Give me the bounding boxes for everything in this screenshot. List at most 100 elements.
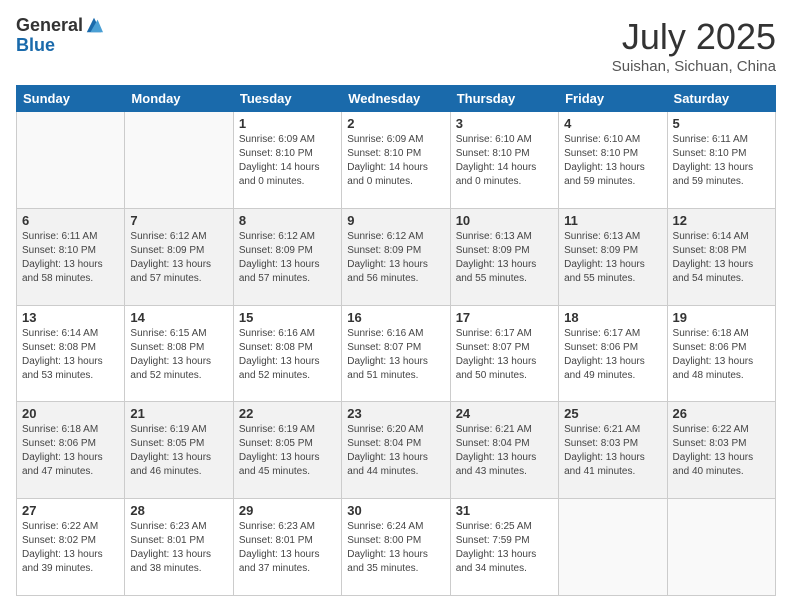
day-number: 4 (564, 116, 661, 131)
calendar-cell: 13Sunrise: 6:14 AM Sunset: 8:08 PM Dayli… (17, 305, 125, 402)
calendar-cell (125, 112, 233, 209)
calendar-cell: 17 Sunrise: 6:17 AM Sunset: 8:07 PM Dayli… (450, 305, 558, 402)
calendar-cell: 15 Sunrise: 6:16 AM Sunset: 8:08 PM Dayli… (233, 305, 341, 402)
day-number: 17 (456, 310, 553, 325)
calendar-cell: 5 Sunrise: 6:11 AM Sunset: 8:10 PM Daylig… (667, 112, 775, 209)
weekday-header-saturday: Saturday (667, 86, 775, 112)
day-number: 25 (564, 406, 661, 421)
logo: General Blue (16, 16, 103, 56)
day-info: Sunrise: 6:09 AM Sunset: 8:10 PM Dayligh… (347, 133, 444, 189)
calendar-cell: 21 Sunrise: 6:19 AM Sunset: 8:05 PM Dayli… (125, 402, 233, 499)
day-number: 1 (239, 116, 336, 131)
day-number: 2 (347, 116, 444, 131)
day-info: Sunrise: 6:21 AM Sunset: 8:03 PM Dayligh… (564, 423, 661, 479)
day-info: Sunrise: 6:21 AM Sunset: 8:04 PM Dayligh… (456, 423, 553, 479)
calendar-cell: 3 Sunrise: 6:10 AM Sunset: 8:10 PM Daylig… (450, 112, 558, 209)
calendar-cell: 30Sunrise: 6:24 AM Sunset: 8:00 PM Dayli… (342, 499, 450, 596)
day-info: Sunrise: 6:20 AM Sunset: 8:04 PM Dayligh… (347, 423, 444, 479)
day-number: 23 (347, 406, 444, 421)
day-info: Sunrise: 6:15 AM Sunset: 8:08 PM Dayligh… (130, 327, 227, 383)
calendar-cell: 16Sunrise: 6:16 AM Sunset: 8:07 PM Dayli… (342, 305, 450, 402)
day-number: 21 (130, 406, 227, 421)
weekday-header-wednesday: Wednesday (342, 86, 450, 112)
day-number: 18 (564, 310, 661, 325)
day-info: Sunrise: 6:17 AM Sunset: 8:06 PM Dayligh… (564, 327, 661, 383)
calendar-cell: 2 Sunrise: 6:09 AM Sunset: 8:10 PM Daylig… (342, 112, 450, 209)
calendar-cell: 31 Sunrise: 6:25 AM Sunset: 7:59 PM Dayli… (450, 499, 558, 596)
day-info: Sunrise: 6:12 AM Sunset: 8:09 PM Dayligh… (239, 230, 336, 286)
day-info: Sunrise: 6:22 AM Sunset: 8:02 PM Dayligh… (22, 520, 119, 576)
logo-blue-text: Blue (16, 36, 103, 56)
day-info: Sunrise: 6:22 AM Sunset: 8:03 PM Dayligh… (673, 423, 770, 479)
day-info: Sunrise: 6:12 AM Sunset: 8:09 PM Dayligh… (130, 230, 227, 286)
day-number: 16 (347, 310, 444, 325)
weekday-header-sunday: Sunday (17, 86, 125, 112)
calendar-cell: 29Sunrise: 6:23 AM Sunset: 8:01 PM Dayli… (233, 499, 341, 596)
day-number: 26 (673, 406, 770, 421)
day-info: Sunrise: 6:11 AM Sunset: 8:10 PM Dayligh… (22, 230, 119, 286)
day-number: 30 (347, 503, 444, 518)
logo-icon (85, 16, 103, 34)
day-info: Sunrise: 6:10 AM Sunset: 8:10 PM Dayligh… (456, 133, 553, 189)
calendar-week-4: 20Sunrise: 6:18 AM Sunset: 8:06 PM Dayli… (17, 402, 776, 499)
day-number: 27 (22, 503, 119, 518)
day-info: Sunrise: 6:14 AM Sunset: 8:08 PM Dayligh… (22, 327, 119, 383)
calendar-week-5: 27 Sunrise: 6:22 AM Sunset: 8:02 PM Dayli… (17, 499, 776, 596)
day-number: 7 (130, 213, 227, 228)
calendar-table: SundayMondayTuesdayWednesdayThursdayFrid… (16, 85, 776, 596)
day-number: 15 (239, 310, 336, 325)
day-number: 5 (673, 116, 770, 131)
day-info: Sunrise: 6:18 AM Sunset: 8:06 PM Dayligh… (673, 327, 770, 383)
day-number: 28 (130, 503, 227, 518)
day-info: Sunrise: 6:18 AM Sunset: 8:06 PM Dayligh… (22, 423, 119, 479)
month-title: July 2025 (612, 16, 776, 58)
calendar-week-3: 13Sunrise: 6:14 AM Sunset: 8:08 PM Dayli… (17, 305, 776, 402)
day-info: Sunrise: 6:13 AM Sunset: 8:09 PM Dayligh… (456, 230, 553, 286)
weekday-header-row: SundayMondayTuesdayWednesdayThursdayFrid… (17, 86, 776, 112)
day-info: Sunrise: 6:13 AM Sunset: 8:09 PM Dayligh… (564, 230, 661, 286)
calendar-cell: 9Sunrise: 6:12 AM Sunset: 8:09 PM Daylig… (342, 208, 450, 305)
calendar-cell: 12 Sunrise: 6:14 AM Sunset: 8:08 PM Dayli… (667, 208, 775, 305)
calendar-cell: 11 Sunrise: 6:13 AM Sunset: 8:09 PM Dayli… (559, 208, 667, 305)
day-info: Sunrise: 6:16 AM Sunset: 8:08 PM Dayligh… (239, 327, 336, 383)
weekday-header-friday: Friday (559, 86, 667, 112)
calendar-week-2: 6 Sunrise: 6:11 AM Sunset: 8:10 PM Daylig… (17, 208, 776, 305)
calendar-cell: 6 Sunrise: 6:11 AM Sunset: 8:10 PM Daylig… (17, 208, 125, 305)
day-number: 31 (456, 503, 553, 518)
calendar-cell: 26 Sunrise: 6:22 AM Sunset: 8:03 PM Dayli… (667, 402, 775, 499)
day-number: 14 (130, 310, 227, 325)
day-info: Sunrise: 6:11 AM Sunset: 8:10 PM Dayligh… (673, 133, 770, 189)
day-info: Sunrise: 6:23 AM Sunset: 8:01 PM Dayligh… (130, 520, 227, 576)
day-number: 12 (673, 213, 770, 228)
weekday-header-thursday: Thursday (450, 86, 558, 112)
calendar-cell: 23 Sunrise: 6:20 AM Sunset: 8:04 PM Dayli… (342, 402, 450, 499)
day-number: 9 (347, 213, 444, 228)
day-number: 24 (456, 406, 553, 421)
day-number: 8 (239, 213, 336, 228)
day-info: Sunrise: 6:10 AM Sunset: 8:10 PM Dayligh… (564, 133, 661, 189)
day-info: Sunrise: 6:25 AM Sunset: 7:59 PM Dayligh… (456, 520, 553, 576)
calendar-cell: 24 Sunrise: 6:21 AM Sunset: 8:04 PM Dayli… (450, 402, 558, 499)
calendar-cell: 10 Sunrise: 6:13 AM Sunset: 8:09 PM Dayli… (450, 208, 558, 305)
calendar-cell: 4 Sunrise: 6:10 AM Sunset: 8:10 PM Daylig… (559, 112, 667, 209)
calendar-cell: 20Sunrise: 6:18 AM Sunset: 8:06 PM Dayli… (17, 402, 125, 499)
day-info: Sunrise: 6:19 AM Sunset: 8:05 PM Dayligh… (130, 423, 227, 479)
day-info: Sunrise: 6:14 AM Sunset: 8:08 PM Dayligh… (673, 230, 770, 286)
calendar-cell: 8 Sunrise: 6:12 AM Sunset: 8:09 PM Daylig… (233, 208, 341, 305)
day-number: 29 (239, 503, 336, 518)
header: General Blue July 2025 Suishan, Sichuan,… (16, 16, 776, 75)
calendar-cell: 7 Sunrise: 6:12 AM Sunset: 8:09 PM Daylig… (125, 208, 233, 305)
weekday-header-tuesday: Tuesday (233, 86, 341, 112)
calendar-cell (17, 112, 125, 209)
title-block: July 2025 Suishan, Sichuan, China (612, 16, 776, 75)
calendar-cell: 22Sunrise: 6:19 AM Sunset: 8:05 PM Dayli… (233, 402, 341, 499)
day-number: 10 (456, 213, 553, 228)
location: Suishan, Sichuan, China (612, 58, 776, 75)
calendar-cell: 27 Sunrise: 6:22 AM Sunset: 8:02 PM Dayli… (17, 499, 125, 596)
day-number: 11 (564, 213, 661, 228)
calendar-cell (559, 499, 667, 596)
day-info: Sunrise: 6:17 AM Sunset: 8:07 PM Dayligh… (456, 327, 553, 383)
day-number: 3 (456, 116, 553, 131)
day-number: 6 (22, 213, 119, 228)
day-info: Sunrise: 6:19 AM Sunset: 8:05 PM Dayligh… (239, 423, 336, 479)
